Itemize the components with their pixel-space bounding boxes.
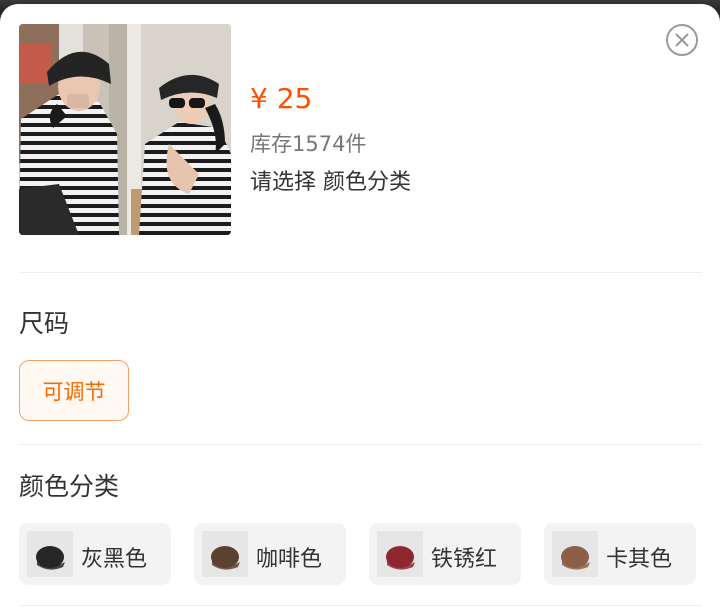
cap-icon [36, 546, 65, 570]
cap-icon [386, 546, 415, 570]
color-thumb [552, 531, 598, 577]
cap-icon [211, 546, 240, 570]
color-option-label: 铁锈红 [431, 547, 498, 572]
product-photo [19, 24, 231, 235]
divider [19, 605, 702, 606]
color-option-khaki[interactable]: 卡其色 [544, 523, 696, 585]
color-option-label: 咖啡色 [256, 547, 323, 572]
color-thumb [377, 531, 423, 577]
divider [19, 272, 702, 273]
size-option-label: 可调节 [42, 379, 106, 404]
cap-icon [561, 546, 590, 570]
sku-selector-sheet: ¥ 25 库存1574件 请选择 颜色分类 尺码 可调节 颜色分类 灰黑色 咖啡… [0, 4, 720, 611]
color-option-label: 灰黑色 [81, 547, 148, 572]
stock-count: 库存1574件 [250, 132, 367, 156]
color-option-gray-black[interactable]: 灰黑色 [19, 523, 171, 585]
size-option-adjustable[interactable]: 可调节 [19, 360, 129, 421]
selection-hint: 请选择 颜色分类 [250, 170, 411, 195]
close-button[interactable] [666, 24, 698, 56]
color-thumb [27, 531, 73, 577]
close-icon [675, 33, 689, 47]
color-option-coffee[interactable]: 咖啡色 [194, 523, 346, 585]
divider [19, 444, 702, 445]
color-option-label: 卡其色 [606, 547, 673, 572]
price: ¥ 25 [250, 82, 313, 115]
product-image [19, 24, 231, 235]
color-option-rust-red[interactable]: 铁锈红 [369, 523, 521, 585]
size-section-title: 尺码 [19, 309, 70, 338]
color-thumb [202, 531, 248, 577]
color-section-title: 颜色分类 [19, 472, 120, 501]
